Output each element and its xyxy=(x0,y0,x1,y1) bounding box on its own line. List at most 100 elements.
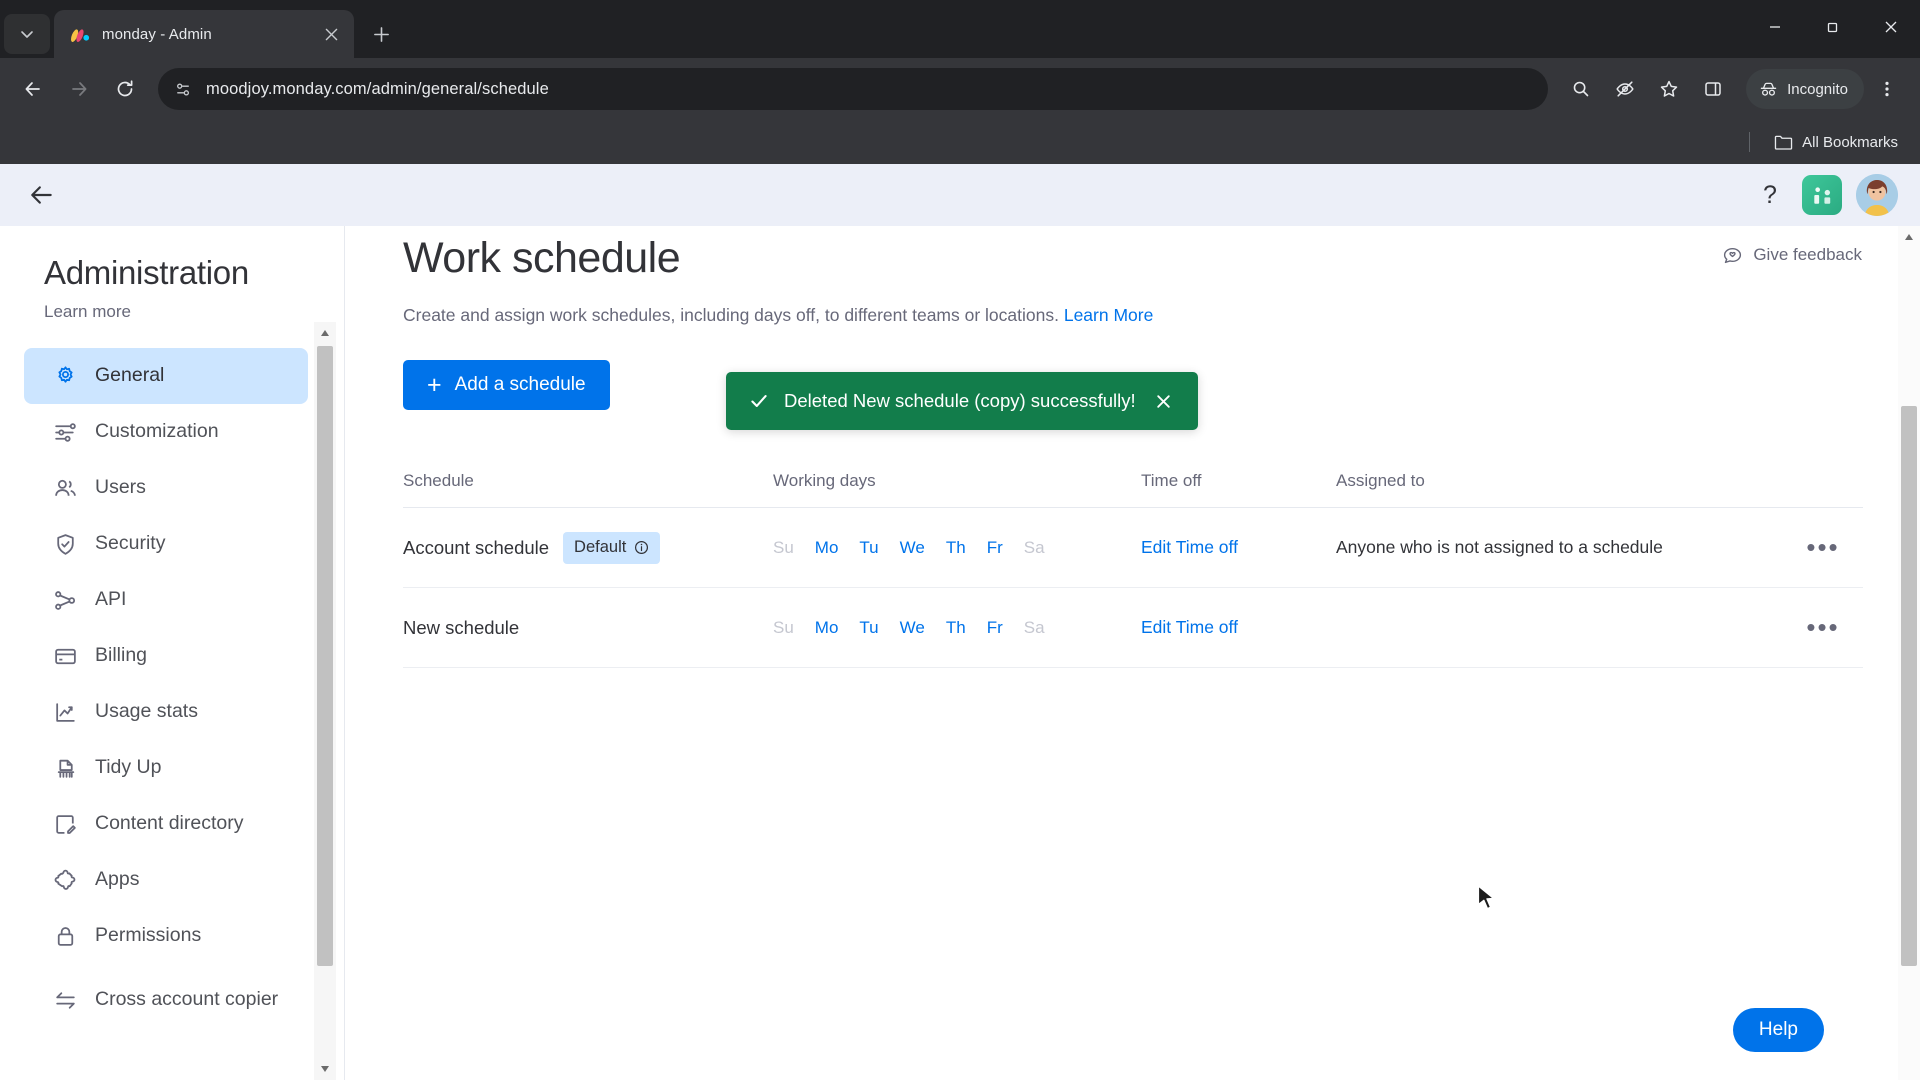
incognito-eye-icon xyxy=(1616,81,1634,97)
sidebar-item-label: Cross account copier xyxy=(95,988,279,1011)
sidebar-item-general[interactable]: General xyxy=(24,348,308,404)
sidebar-item-label: General xyxy=(95,364,165,387)
row-menu-button[interactable]: ••• xyxy=(1806,534,1839,559)
tracking-protection-button[interactable] xyxy=(1604,68,1646,110)
toast-close-button[interactable] xyxy=(1150,387,1178,415)
day-toggle-fr[interactable]: Fr xyxy=(987,618,1003,638)
tab-close-button[interactable] xyxy=(318,21,344,47)
main-scrollbar-thumb[interactable] xyxy=(1901,406,1917,966)
day-toggle-we[interactable]: We xyxy=(900,618,925,638)
sidebar-item-users[interactable]: Users xyxy=(24,460,308,516)
day-toggle-th[interactable]: Th xyxy=(946,618,966,638)
cell-assigned-to: Anyone who is not assigned to a schedule xyxy=(1336,537,1663,557)
user-avatar[interactable] xyxy=(1856,174,1898,216)
day-toggle-fr[interactable]: Fr xyxy=(987,538,1003,558)
sidebar-item-customization[interactable]: Customization xyxy=(24,404,308,460)
schedule-name: New schedule xyxy=(403,616,520,638)
chrome-menu-button[interactable] xyxy=(1866,68,1908,110)
main-scrollbar[interactable] xyxy=(1898,226,1920,1080)
day-toggle-sa[interactable]: Sa xyxy=(1024,538,1045,558)
search-zoom-icon xyxy=(1573,81,1589,97)
add-schedule-button[interactable]: + Add a schedule xyxy=(403,360,610,410)
add-schedule-label: Add a schedule xyxy=(454,374,586,395)
plus-icon xyxy=(373,26,389,42)
sidebar-scroll-down-arrow[interactable] xyxy=(314,1058,336,1080)
main-scroll-up-arrow[interactable] xyxy=(1898,226,1920,248)
browser-back-button[interactable] xyxy=(12,68,54,110)
browser-tab[interactable]: monday - Admin xyxy=(54,10,354,58)
cell-time-off: Edit Time off xyxy=(1141,537,1336,558)
badge-label: Default xyxy=(574,538,627,556)
help-question-icon[interactable]: ? xyxy=(1752,177,1788,213)
day-toggle-mo[interactable]: Mo xyxy=(815,538,839,558)
kebab-menu-icon xyxy=(1885,81,1889,97)
day-toggle-mo[interactable]: Mo xyxy=(815,618,839,638)
sidebar-scroll-up-arrow[interactable] xyxy=(314,322,336,344)
give-feedback-link[interactable]: Give feedback xyxy=(1722,244,1862,265)
toast-notification: Deleted New schedule (copy) successfully… xyxy=(726,372,1198,430)
cell-schedule: New schedule xyxy=(403,617,773,639)
day-toggle-tu[interactable]: Tu xyxy=(859,538,878,558)
sidebar-item-apps[interactable]: Apps xyxy=(24,852,308,908)
window-maximize-button[interactable] xyxy=(1804,0,1862,54)
new-tab-button[interactable] xyxy=(362,15,400,53)
sidebar-learn-more-link[interactable]: Learn more xyxy=(0,292,344,322)
toast-message: Deleted New schedule (copy) successfully… xyxy=(784,390,1136,411)
check-icon xyxy=(751,395,767,407)
day-toggle-su[interactable]: Su xyxy=(773,538,794,558)
cell-actions: ••• xyxy=(1783,614,1863,639)
sidebar-item-cross-account-copier[interactable]: Cross account copier xyxy=(24,964,308,1036)
app-back-button[interactable] xyxy=(22,175,62,215)
sidebar-scrollbar[interactable] xyxy=(314,322,336,1080)
app-switcher-button[interactable] xyxy=(1802,175,1842,215)
site-info-icon[interactable] xyxy=(172,78,194,100)
content-edit-icon xyxy=(52,811,78,837)
cell-working-days: Su Mo Tu We Th Fr Sa xyxy=(773,618,1141,638)
sidebar-item-usage-stats[interactable]: Usage stats xyxy=(24,684,308,740)
edit-time-off-link[interactable]: Edit Time off xyxy=(1141,617,1238,637)
bookmark-button[interactable] xyxy=(1648,68,1690,110)
admin-sidebar: Administration Learn more General Custom… xyxy=(0,226,345,1080)
browser-reload-button[interactable] xyxy=(104,68,146,110)
sidebar-item-permissions[interactable]: Permissions xyxy=(24,908,308,964)
app-top-bar-actions: ? xyxy=(1752,174,1898,216)
sidebar-nav: General Customization Users Security API… xyxy=(0,348,344,1036)
learn-more-link[interactable]: Learn More xyxy=(1064,305,1154,325)
day-toggle-sa[interactable]: Sa xyxy=(1024,618,1045,638)
day-toggle-su[interactable]: Su xyxy=(773,618,794,638)
sidebar-scrollbar-thumb[interactable] xyxy=(317,346,333,966)
table-row[interactable]: Account schedule Default Su Mo Tu We Th … xyxy=(403,508,1863,588)
help-floating-button[interactable]: Help xyxy=(1732,1008,1824,1052)
window-close-button[interactable] xyxy=(1862,0,1920,54)
address-bar[interactable]: moodjoy.monday.com/admin/general/schedul… xyxy=(158,68,1549,110)
table-row[interactable]: New schedule Su Mo Tu We Th Fr Sa Edit T… xyxy=(403,588,1863,668)
tab-search-button[interactable] xyxy=(4,14,50,54)
edit-time-off-link[interactable]: Edit Time off xyxy=(1141,537,1238,557)
row-menu-button[interactable]: ••• xyxy=(1806,614,1839,639)
avatar-image xyxy=(1856,174,1898,216)
sidebar-item-billing[interactable]: Billing xyxy=(24,628,308,684)
browser-forward-button[interactable] xyxy=(58,68,100,110)
tab-strip: monday - Admin xyxy=(0,0,1920,58)
shield-check-icon xyxy=(52,531,78,557)
day-toggle-th[interactable]: Th xyxy=(946,538,966,558)
sidebar-item-tidy-up[interactable]: Tidy Up xyxy=(24,740,308,796)
sidebar-item-content-directory[interactable]: Content directory xyxy=(24,796,308,852)
all-bookmarks-button[interactable]: All Bookmarks xyxy=(1766,129,1906,156)
window-minimize-button[interactable] xyxy=(1746,0,1804,54)
sidebar-item-label: Tidy Up xyxy=(95,756,162,779)
forward-icon xyxy=(72,82,87,96)
zoom-icon-button[interactable] xyxy=(1560,68,1602,110)
status-badge[interactable]: Default xyxy=(563,531,661,564)
day-toggle-tu[interactable]: Tu xyxy=(859,618,878,638)
cell-schedule: Account schedule Default xyxy=(403,531,773,564)
sliders-icon xyxy=(52,419,78,445)
day-toggle-we[interactable]: We xyxy=(900,538,925,558)
reload-icon xyxy=(117,80,133,97)
incognito-profile-button[interactable]: Incognito xyxy=(1746,69,1864,109)
schedule-name: Account schedule xyxy=(403,536,550,558)
sidebar-item-api[interactable]: API xyxy=(24,572,308,628)
side-panel-button[interactable] xyxy=(1692,68,1734,110)
sidebar-item-security[interactable]: Security xyxy=(24,516,308,572)
app-top-bar: ? xyxy=(0,164,1920,226)
